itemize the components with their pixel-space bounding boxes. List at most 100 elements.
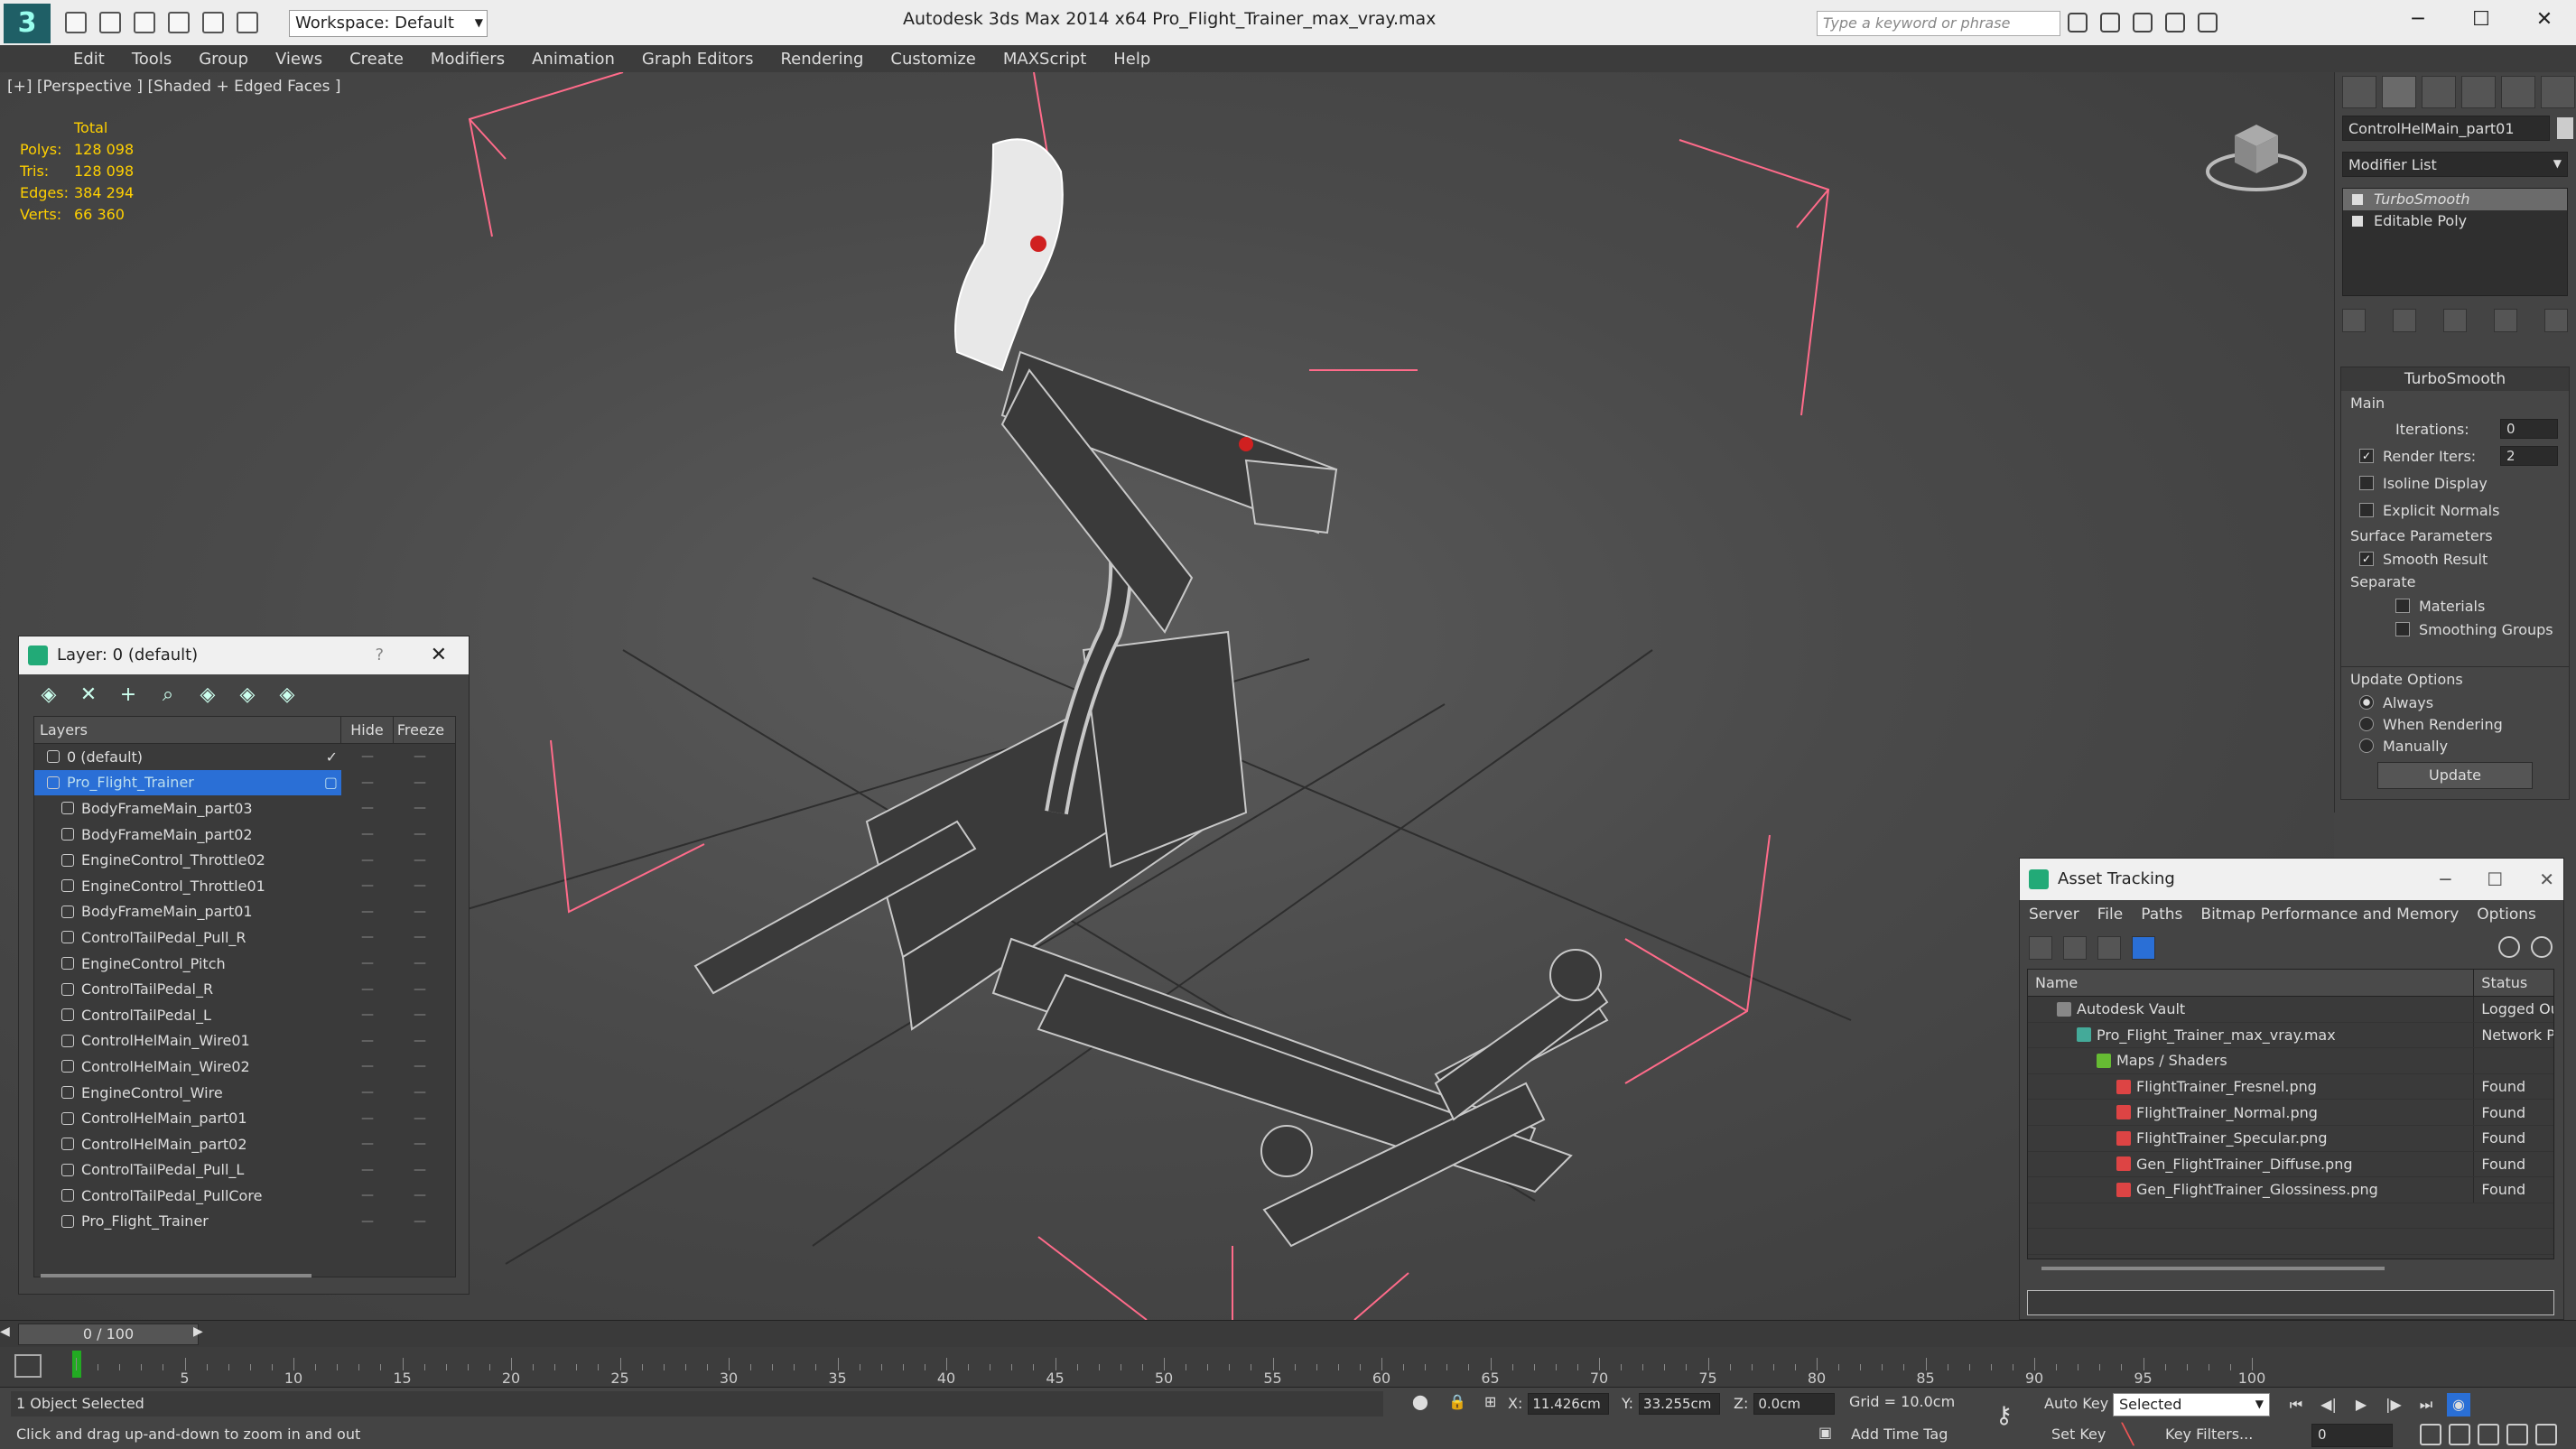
hide-toggle[interactable]: —	[341, 930, 394, 944]
display-tab-icon[interactable]	[2501, 76, 2535, 108]
play-icon[interactable]: ▶	[2349, 1393, 2373, 1416]
update-button[interactable]: Update	[2377, 762, 2533, 789]
binoculars-icon[interactable]	[2068, 13, 2088, 33]
workspace-dropdown[interactable]: Workspace: Default ▼	[289, 10, 488, 37]
set-key-icon[interactable]: ╲	[2122, 1424, 2134, 1446]
when-rendering-radio[interactable]	[2359, 717, 2374, 731]
help-icon[interactable]: ?	[375, 636, 384, 674]
explicit-normals-checkbox[interactable]	[2359, 503, 2374, 517]
layer-row[interactable]: BodyFrameMain_part02 — —	[34, 822, 455, 848]
freeze-toggle[interactable]: —	[394, 1008, 446, 1022]
layer-name-cell[interactable]: BodyFrameMain_part02	[34, 822, 341, 848]
asset-menu-file[interactable]: File	[2088, 906, 2132, 924]
minimize-icon[interactable]: ─	[2440, 859, 2450, 900]
hierarchy-tab-icon[interactable]	[2422, 76, 2456, 108]
object-name-field[interactable]: ControlHelMain_part01	[2342, 116, 2550, 141]
hide-toggle[interactable]: —	[341, 776, 394, 790]
current-frame-field[interactable]: 0	[2311, 1424, 2393, 1447]
layer-name-cell[interactable]: EngineControl_Throttle02	[34, 847, 341, 873]
hide-toggle[interactable]: —	[341, 1085, 394, 1100]
menu-help[interactable]: Help	[1100, 50, 1164, 69]
orbit-icon[interactable]	[2506, 1424, 2528, 1445]
layer-row[interactable]: ControlHelMain_part02 — —	[34, 1131, 455, 1157]
pan-icon[interactable]	[2478, 1424, 2499, 1445]
layer-name-cell[interactable]: ControlTailPedal_L	[34, 1002, 341, 1028]
freeze-toggle[interactable]: —	[394, 1085, 446, 1100]
layer-name-cell[interactable]: ControlTailPedal_Pull_L	[34, 1157, 341, 1184]
list-view-icon[interactable]	[2063, 936, 2087, 960]
modifier-list-dropdown[interactable]: Modifier List ▼	[2342, 152, 2568, 177]
layer-row[interactable]: ControlHelMain_part01 — —	[34, 1105, 455, 1131]
smooth-result-checkbox[interactable]: ✓	[2359, 552, 2374, 566]
hide-column-header[interactable]: Hide	[341, 717, 394, 743]
layer-name-cell[interactable]: EngineControl_Throttle01	[34, 873, 341, 899]
x-field[interactable]: 11.426cm	[1528, 1393, 1610, 1415]
iterations-spinner[interactable]: 0	[2500, 419, 2558, 439]
hide-all-icon[interactable]: ◈	[236, 683, 259, 707]
freeze-toggle[interactable]: —	[394, 930, 446, 944]
freeze-toggle[interactable]: —	[394, 776, 446, 790]
delete-layer-icon[interactable]: ✕	[77, 683, 100, 707]
asset-tracking-titlebar[interactable]: Asset Tracking ─ ☐ ✕	[2020, 859, 2563, 900]
name-column-header[interactable]: Name	[2028, 970, 2475, 996]
freeze-all-icon[interactable]: ◈	[275, 683, 299, 707]
layer-row[interactable]: EngineControl_Wire — —	[34, 1080, 455, 1106]
layer-name-cell[interactable]: EngineControl_Wire	[34, 1080, 341, 1106]
layer-row[interactable]: Pro_Flight_Trainer ▢ — —	[34, 769, 455, 796]
freeze-toggle[interactable]: —	[394, 801, 446, 815]
current-layer-check-icon[interactable]: ✓	[326, 748, 338, 766]
layer-box-icon[interactable]: ▢	[324, 774, 338, 791]
layer-row[interactable]: ControlTailPedal_PullCore — —	[34, 1183, 455, 1209]
set-key-button[interactable]: Set Key	[2051, 1426, 2106, 1443]
hide-toggle[interactable]: —	[341, 982, 394, 997]
menu-views[interactable]: Views	[262, 50, 336, 69]
add-time-tag[interactable]: Add Time Tag	[1851, 1426, 1948, 1443]
layer-name-cell[interactable]: EngineControl_Pitch	[34, 951, 341, 977]
help-icon[interactable]	[2198, 13, 2218, 33]
hide-toggle[interactable]: —	[341, 1137, 394, 1151]
layer-row[interactable]: EngineControl_Throttle02 — —	[34, 847, 455, 873]
asset-row[interactable]: FlightTrainer_Specular.png Found	[2028, 1125, 2553, 1152]
go-to-end-icon[interactable]: ⏭	[2414, 1393, 2438, 1416]
layer-row[interactable]: ControlTailPedal_Pull_R — —	[34, 924, 455, 951]
previous-frame-icon[interactable]: ◀|	[2317, 1393, 2340, 1416]
next-frame-icon[interactable]: |▶	[2382, 1393, 2405, 1416]
auto-key-button[interactable]: Auto Key	[2044, 1395, 2108, 1412]
asset-row[interactable]: Gen_FlightTrainer_Diffuse.png Found	[2028, 1151, 2553, 1178]
asset-menu-paths[interactable]: Paths	[2132, 906, 2191, 924]
close-icon[interactable]: ✕	[2539, 859, 2554, 900]
hide-toggle[interactable]: —	[341, 1111, 394, 1126]
show-end-result-icon[interactable]	[2393, 309, 2416, 332]
render-iters-spinner[interactable]: 2	[2500, 446, 2558, 466]
layer-name-cell[interactable]: ControlHelMain_Wire02	[34, 1054, 341, 1080]
viewcube-icon[interactable]	[2202, 108, 2311, 199]
layer-name-cell[interactable]: ControlHelMain_Wire01	[34, 1028, 341, 1054]
key-set-dropdown[interactable]: Selected ▼	[2113, 1393, 2270, 1416]
help-icon[interactable]	[2498, 936, 2520, 958]
hide-toggle[interactable]: —	[341, 853, 394, 868]
layer-row[interactable]: EngineControl_Pitch — —	[34, 951, 455, 977]
stack-item-turbosmooth[interactable]: TurboSmooth	[2343, 189, 2567, 210]
absolute-mode-icon[interactable]: ⊞	[1484, 1393, 1496, 1410]
layer-row[interactable]: ControlTailPedal_Pull_L — —	[34, 1157, 455, 1184]
render-iters-checkbox[interactable]: ✓	[2359, 449, 2374, 463]
new-layer-icon[interactable]: ◈	[37, 683, 60, 707]
favorites-star-icon[interactable]	[2165, 13, 2185, 33]
materials-checkbox[interactable]	[2395, 599, 2410, 613]
menu-customize[interactable]: Customize	[877, 50, 989, 69]
zoom-all-icon[interactable]	[2449, 1424, 2470, 1445]
horizontal-scrollbar[interactable]	[2041, 1267, 2385, 1270]
create-tab-icon[interactable]	[2342, 76, 2376, 108]
layer-name-cell[interactable]: 0 (default) ✓	[34, 744, 341, 770]
object-color-swatch[interactable]	[2557, 117, 2573, 139]
time-slider[interactable]: ◀ 0 / 100 ▶	[0, 1320, 2576, 1347]
hide-toggle[interactable]: —	[341, 878, 394, 893]
layer-name-cell[interactable]: Pro_Flight_Trainer	[34, 1209, 341, 1235]
status-column-header[interactable]: Status	[2474, 970, 2553, 996]
maximize-viewport-icon[interactable]	[2535, 1424, 2557, 1445]
app-logo-icon[interactable]: 3	[4, 4, 51, 43]
table-view-icon[interactable]	[2097, 936, 2121, 960]
remove-modifier-icon[interactable]	[2494, 309, 2517, 332]
asset-name-cell[interactable]: FlightTrainer_Normal.png	[2028, 1100, 2475, 1125]
layer-row[interactable]: ControlTailPedal_R — —	[34, 976, 455, 1002]
